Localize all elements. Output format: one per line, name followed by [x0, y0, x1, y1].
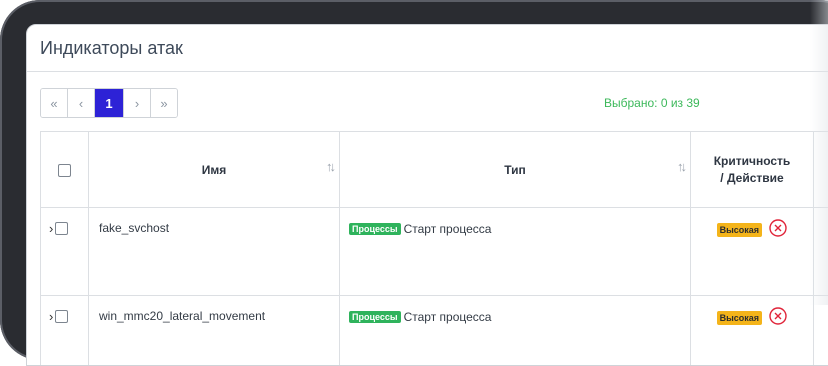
screen: Индикаторы атак « ‹ 1 › » Выбрано: 0 из …: [26, 24, 828, 366]
close-circle-icon[interactable]: [769, 307, 787, 328]
select-all-cell: [41, 132, 89, 208]
row-name[interactable]: fake_svchost: [89, 208, 340, 296]
column-type-label: Тип: [504, 163, 526, 177]
next-page-button[interactable]: ›: [124, 89, 151, 117]
row-extra: [814, 208, 828, 296]
row-criticality: Высокая: [691, 296, 814, 366]
page-header: Индикаторы атак: [27, 25, 828, 72]
row-select-cell: ›: [41, 296, 89, 366]
column-name-label: Имя: [202, 163, 227, 177]
indicators-table: Имя ↑↓ Тип ↑↓ Критичность / Действие: [40, 131, 828, 366]
row-select-cell: ›: [41, 208, 89, 296]
type-badge: Процессы: [349, 311, 401, 323]
column-header-extra: [814, 132, 828, 208]
row-type: ПроцессыСтарт процесса: [340, 208, 691, 296]
column-header-type[interactable]: Тип ↑↓: [340, 132, 691, 208]
last-page-button[interactable]: »: [151, 89, 177, 117]
type-text: Старт процесса: [404, 222, 492, 236]
column-action-label: / Действие: [720, 171, 783, 185]
column-header-name[interactable]: Имя ↑↓: [89, 132, 340, 208]
select-all-checkbox[interactable]: [58, 164, 71, 177]
device: Индикаторы атак « ‹ 1 › » Выбрано: 0 из …: [0, 0, 828, 305]
row-type: ПроцессыСтарт процесса: [340, 296, 691, 366]
expand-chevron-icon[interactable]: ›: [49, 309, 53, 324]
type-badge: Процессы: [349, 223, 401, 235]
row-extra: [814, 296, 828, 366]
column-criticality-label: Критичность: [714, 154, 791, 168]
expand-chevron-icon[interactable]: ›: [49, 221, 53, 236]
criticality-badge: Высокая: [717, 311, 762, 325]
table-row[interactable]: › win_mmc20_lateral_movement ПроцессыСта…: [41, 296, 828, 366]
toolbar: « ‹ 1 › » Выбрано: 0 из 39: [40, 88, 828, 118]
criticality-badge: Высокая: [717, 223, 762, 237]
first-page-button[interactable]: «: [41, 89, 68, 117]
table-header-row: Имя ↑↓ Тип ↑↓ Критичность / Действие: [41, 132, 828, 208]
prev-page-button[interactable]: ‹: [68, 89, 95, 117]
row-checkbox[interactable]: [55, 222, 68, 235]
pagination: « ‹ 1 › »: [40, 88, 178, 118]
sort-icon[interactable]: ↑↓: [326, 159, 333, 174]
sort-icon[interactable]: ↑↓: [677, 159, 684, 174]
column-header-criticality: Критичность / Действие: [691, 132, 814, 208]
page-title: Индикаторы атак: [40, 38, 183, 59]
row-checkbox[interactable]: [55, 310, 68, 323]
type-text: Старт процесса: [404, 310, 492, 324]
page-1-button[interactable]: 1: [95, 89, 124, 117]
close-circle-icon[interactable]: [769, 219, 787, 240]
row-criticality: Высокая: [691, 208, 814, 296]
table-row[interactable]: › fake_svchost ПроцессыСтарт процесса Вы…: [41, 208, 828, 296]
selection-count: Выбрано: 0 из 39: [604, 96, 700, 110]
row-name[interactable]: win_mmc20_lateral_movement: [89, 296, 340, 366]
